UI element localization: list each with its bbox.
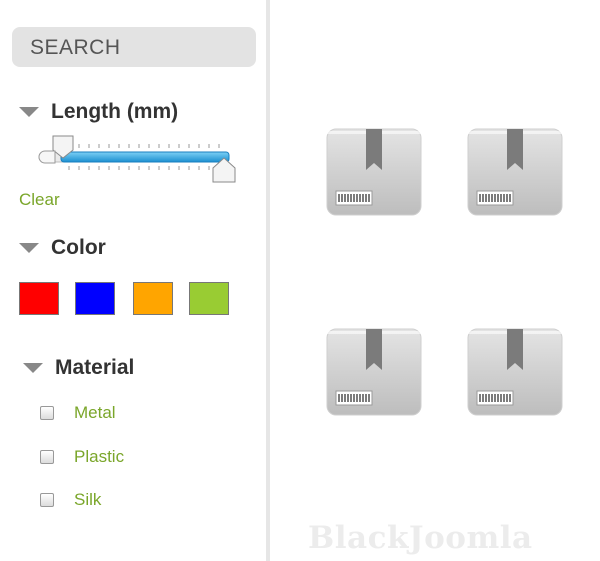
material-option-label: Metal bbox=[74, 403, 116, 422]
color-title: Color bbox=[51, 236, 106, 259]
color-swatch-red[interactable] bbox=[19, 282, 59, 315]
color-swatch-orange[interactable] bbox=[133, 282, 173, 315]
material-option-metal[interactable]: Metal bbox=[40, 403, 116, 423]
product-item[interactable] bbox=[326, 128, 422, 218]
package-box-icon bbox=[467, 128, 563, 216]
material-option-plastic[interactable]: Plastic bbox=[40, 447, 124, 467]
package-box-icon bbox=[326, 128, 422, 216]
clear-length-link[interactable]: Clear bbox=[19, 190, 60, 210]
material-title: Material bbox=[55, 356, 135, 379]
material-checkbox[interactable] bbox=[40, 493, 54, 507]
material-option-label: Plastic bbox=[74, 447, 125, 466]
product-item[interactable] bbox=[467, 128, 563, 218]
color-swatch-blue[interactable] bbox=[75, 282, 115, 315]
search-button[interactable]: SEARCH bbox=[12, 27, 256, 67]
slider-range-fill bbox=[60, 151, 230, 163]
sidebar-divider bbox=[266, 0, 270, 561]
product-item[interactable] bbox=[467, 328, 563, 418]
length-section-header[interactable]: Length (mm) bbox=[19, 100, 178, 124]
material-section-header[interactable]: Material bbox=[23, 356, 134, 380]
color-swatch-green[interactable] bbox=[189, 282, 229, 315]
material-option-label: Silk bbox=[74, 490, 102, 509]
length-title: Length (mm) bbox=[51, 100, 179, 123]
collapse-triangle-icon bbox=[23, 363, 43, 373]
filter-sidebar: SEARCH Length (mm) Clear Color Material … bbox=[0, 0, 266, 561]
product-item[interactable] bbox=[326, 328, 422, 418]
length-range-slider[interactable] bbox=[33, 130, 243, 190]
color-section-header[interactable]: Color bbox=[19, 236, 106, 260]
collapse-triangle-icon bbox=[19, 243, 39, 253]
package-box-icon bbox=[326, 328, 422, 416]
material-checkbox[interactable] bbox=[40, 450, 54, 464]
material-checkbox[interactable] bbox=[40, 406, 54, 420]
watermark-logo: BlackJoomla bbox=[308, 520, 533, 556]
material-option-silk[interactable]: Silk bbox=[40, 490, 101, 510]
collapse-triangle-icon bbox=[19, 107, 39, 117]
package-box-icon bbox=[467, 328, 563, 416]
slider-left-cap bbox=[38, 150, 56, 164]
